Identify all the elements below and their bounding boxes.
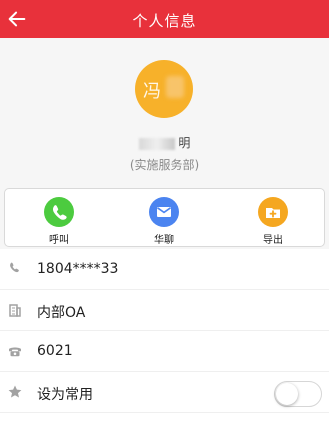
mobile-row[interactable]: 1804****33 [0,249,329,290]
favorite-label: 设为常用 [37,387,93,403]
phone-icon [10,262,19,273]
chat-button[interactable]: 华聊 [134,197,194,246]
employee-name: 明 [0,134,329,151]
toggle-knob[interactable] [276,383,298,405]
department-row[interactable]: 内部OA [0,290,329,331]
favorite-row[interactable]: 设为常用 [0,372,329,413]
avatar-initial: 冯 [143,81,161,102]
call-label: 呼叫 [49,235,69,246]
star-icon [8,385,22,398]
chat-label: 华聊 [154,235,174,246]
info-list: 1804****33 内部OA 6021 设为常用 [0,249,329,434]
building-icon [9,304,21,317]
call-button[interactable]: 呼叫 [29,197,89,246]
export-folder-icon [258,197,288,227]
department: (实施服务部) [129,158,200,172]
avatar-blur [166,76,184,98]
favorite-toggle[interactable] [274,381,322,407]
telephone-icon [9,347,21,357]
extension-number: 6021 [37,343,73,359]
name-redacted [138,137,175,150]
export-button[interactable]: 导出 [243,197,303,246]
profile-section: 冯 明 (实施服务部) [0,38,329,183]
top-bar: 个人信息 [0,0,329,38]
avatar: 冯 [135,60,193,118]
extension-row[interactable]: 6021 [0,331,329,372]
page-title: 个人信息 [132,12,197,30]
phone-icon [44,197,74,227]
department-name: 内部OA [37,305,86,321]
action-bar: 呼叫 华聊 导出 [4,188,325,247]
message-icon [149,197,179,227]
mobile-number: 1804****33 [37,261,119,277]
name-fragment: 明 [178,136,191,150]
export-label: 导出 [263,235,283,246]
